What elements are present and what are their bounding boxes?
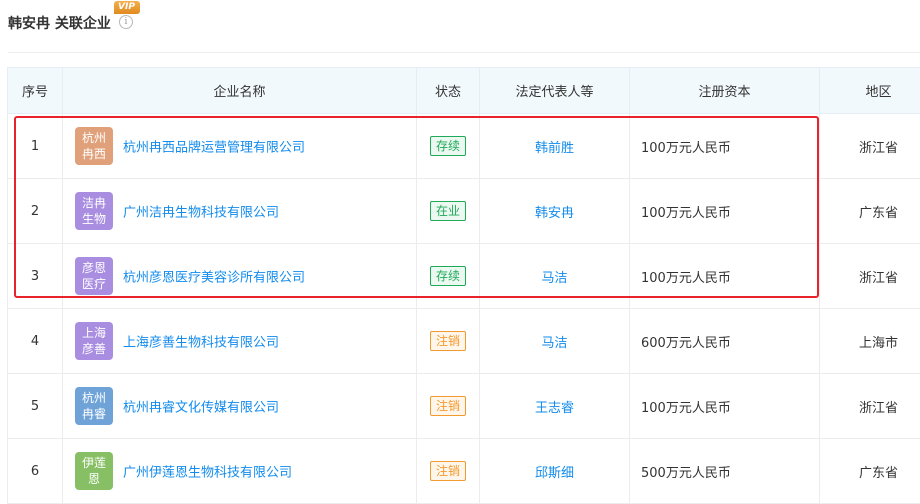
table-row: 5杭州冉睿杭州冉睿文化传媒有限公司注销王志睿100万元人民币浙江省	[8, 374, 920, 439]
region: 广东省	[820, 439, 920, 504]
table-row: 1杭州冉西杭州冉西品牌运营管理有限公司存续韩前胜100万元人民币浙江省	[8, 114, 920, 179]
company-name-link[interactable]: 广州洁冉生物科技有限公司	[123, 206, 279, 221]
row-index: 2	[8, 179, 63, 244]
logo-text-line1: 上海	[82, 326, 106, 340]
table-header-row: 序号 企业名称 状态 法定代表人等 注册资本 地区	[8, 68, 920, 114]
region: 广东省	[820, 179, 920, 244]
column-header-representative: 法定代表人等	[480, 68, 630, 114]
region: 浙江省	[820, 114, 920, 179]
registered-capital: 100万元人民币	[630, 374, 820, 439]
representative-link[interactable]: 韩前胜	[535, 141, 574, 156]
logo-text-line1: 杭州	[82, 391, 106, 405]
status-cell: 存续	[417, 244, 480, 309]
company-cell: 彦恩医疗杭州彦恩医疗美容诊所有限公司	[63, 244, 417, 309]
representative-cell: 邱斯细	[480, 439, 630, 504]
status-cell: 在业	[417, 179, 480, 244]
company-cell: 上海彦善上海彦善生物科技有限公司	[63, 309, 417, 374]
status-badge: 注销	[430, 461, 466, 481]
company-logo[interactable]: 杭州冉睿	[75, 387, 113, 425]
column-header-status: 状态	[417, 68, 480, 114]
company-cell: 杭州冉睿杭州冉睿文化传媒有限公司	[63, 374, 417, 439]
status-badge: 在业	[430, 201, 466, 221]
logo-text-line1: 洁冉	[82, 196, 106, 210]
row-index: 4	[8, 309, 63, 374]
company-name-link[interactable]: 上海彦善生物科技有限公司	[123, 336, 279, 351]
status-badge: 注销	[430, 396, 466, 416]
representative-cell: 韩安冉	[480, 179, 630, 244]
vip-badge: VIP	[114, 1, 140, 14]
status-cell: 注销	[417, 309, 480, 374]
table-row: 4上海彦善上海彦善生物科技有限公司注销马洁600万元人民币上海市	[8, 309, 920, 374]
company-logo[interactable]: 洁冉生物	[75, 192, 113, 230]
representative-link[interactable]: 马洁	[541, 336, 567, 351]
company-logo[interactable]: 彦恩医疗	[75, 257, 113, 295]
registered-capital: 100万元人民币	[630, 244, 820, 309]
registered-capital: 100万元人民币	[630, 179, 820, 244]
company-name-link[interactable]: 杭州冉西品牌运营管理有限公司	[123, 141, 305, 156]
section-title: 韩安冉 关联企业	[8, 13, 111, 33]
company-logo[interactable]: 杭州冉西	[75, 127, 113, 165]
representative-link[interactable]: 王志睿	[535, 401, 574, 416]
logo-text-line2: 生物	[82, 212, 106, 226]
related-companies-table: 序号 企业名称 状态 法定代表人等 注册资本 地区 1杭州冉西杭州冉西品牌运营管…	[7, 67, 920, 504]
registered-capital: 500万元人民币	[630, 439, 820, 504]
section-header: 韩安冉 关联企业 VIP i	[8, 0, 920, 53]
representative-cell: 韩前胜	[480, 114, 630, 179]
representative-cell: 王志睿	[480, 374, 630, 439]
column-header-company: 企业名称	[63, 68, 417, 114]
company-logo[interactable]: 伊莲恩	[75, 452, 113, 490]
region: 上海市	[820, 309, 920, 374]
status-cell: 存续	[417, 114, 480, 179]
status-badge: 存续	[430, 136, 466, 156]
registered-capital: 600万元人民币	[630, 309, 820, 374]
representative-link[interactable]: 邱斯细	[535, 466, 574, 481]
company-name-link[interactable]: 杭州彦恩医疗美容诊所有限公司	[123, 271, 305, 286]
row-index: 5	[8, 374, 63, 439]
status-cell: 注销	[417, 374, 480, 439]
column-header-capital: 注册资本	[630, 68, 820, 114]
registered-capital: 100万元人民币	[630, 114, 820, 179]
company-cell: 洁冉生物广州洁冉生物科技有限公司	[63, 179, 417, 244]
logo-text-line2: 恩	[88, 472, 100, 486]
column-header-index: 序号	[8, 68, 63, 114]
representative-cell: 马洁	[480, 244, 630, 309]
table-row: 2洁冉生物广州洁冉生物科技有限公司在业韩安冉100万元人民币广东省	[8, 179, 920, 244]
representative-link[interactable]: 马洁	[541, 271, 567, 286]
company-logo[interactable]: 上海彦善	[75, 322, 113, 360]
company-cell: 杭州冉西杭州冉西品牌运营管理有限公司	[63, 114, 417, 179]
row-index: 3	[8, 244, 63, 309]
logo-text-line2: 医疗	[82, 277, 106, 291]
representative-cell: 马洁	[480, 309, 630, 374]
company-name-link[interactable]: 杭州冉睿文化传媒有限公司	[123, 401, 279, 416]
logo-text-line2: 彦善	[82, 342, 106, 356]
status-cell: 注销	[417, 439, 480, 504]
info-circle-icon[interactable]: i	[119, 15, 133, 29]
representative-link[interactable]: 韩安冉	[535, 206, 574, 221]
logo-text-line2: 冉睿	[82, 407, 106, 421]
region: 浙江省	[820, 374, 920, 439]
table-row: 3彦恩医疗杭州彦恩医疗美容诊所有限公司存续马洁100万元人民币浙江省	[8, 244, 920, 309]
row-index: 6	[8, 439, 63, 504]
status-badge: 存续	[430, 266, 466, 286]
company-name-link[interactable]: 广州伊莲恩生物科技有限公司	[123, 466, 292, 481]
row-index: 1	[8, 114, 63, 179]
logo-text-line1: 彦恩	[82, 261, 106, 275]
logo-text-line1: 杭州	[82, 131, 106, 145]
logo-text-line2: 冉西	[82, 147, 106, 161]
company-cell: 伊莲恩广州伊莲恩生物科技有限公司	[63, 439, 417, 504]
table-row: 6伊莲恩广州伊莲恩生物科技有限公司注销邱斯细500万元人民币广东省	[8, 439, 920, 504]
logo-text-line1: 伊莲	[82, 456, 106, 470]
status-badge: 注销	[430, 331, 466, 351]
region: 浙江省	[820, 244, 920, 309]
column-header-region: 地区	[820, 68, 920, 114]
